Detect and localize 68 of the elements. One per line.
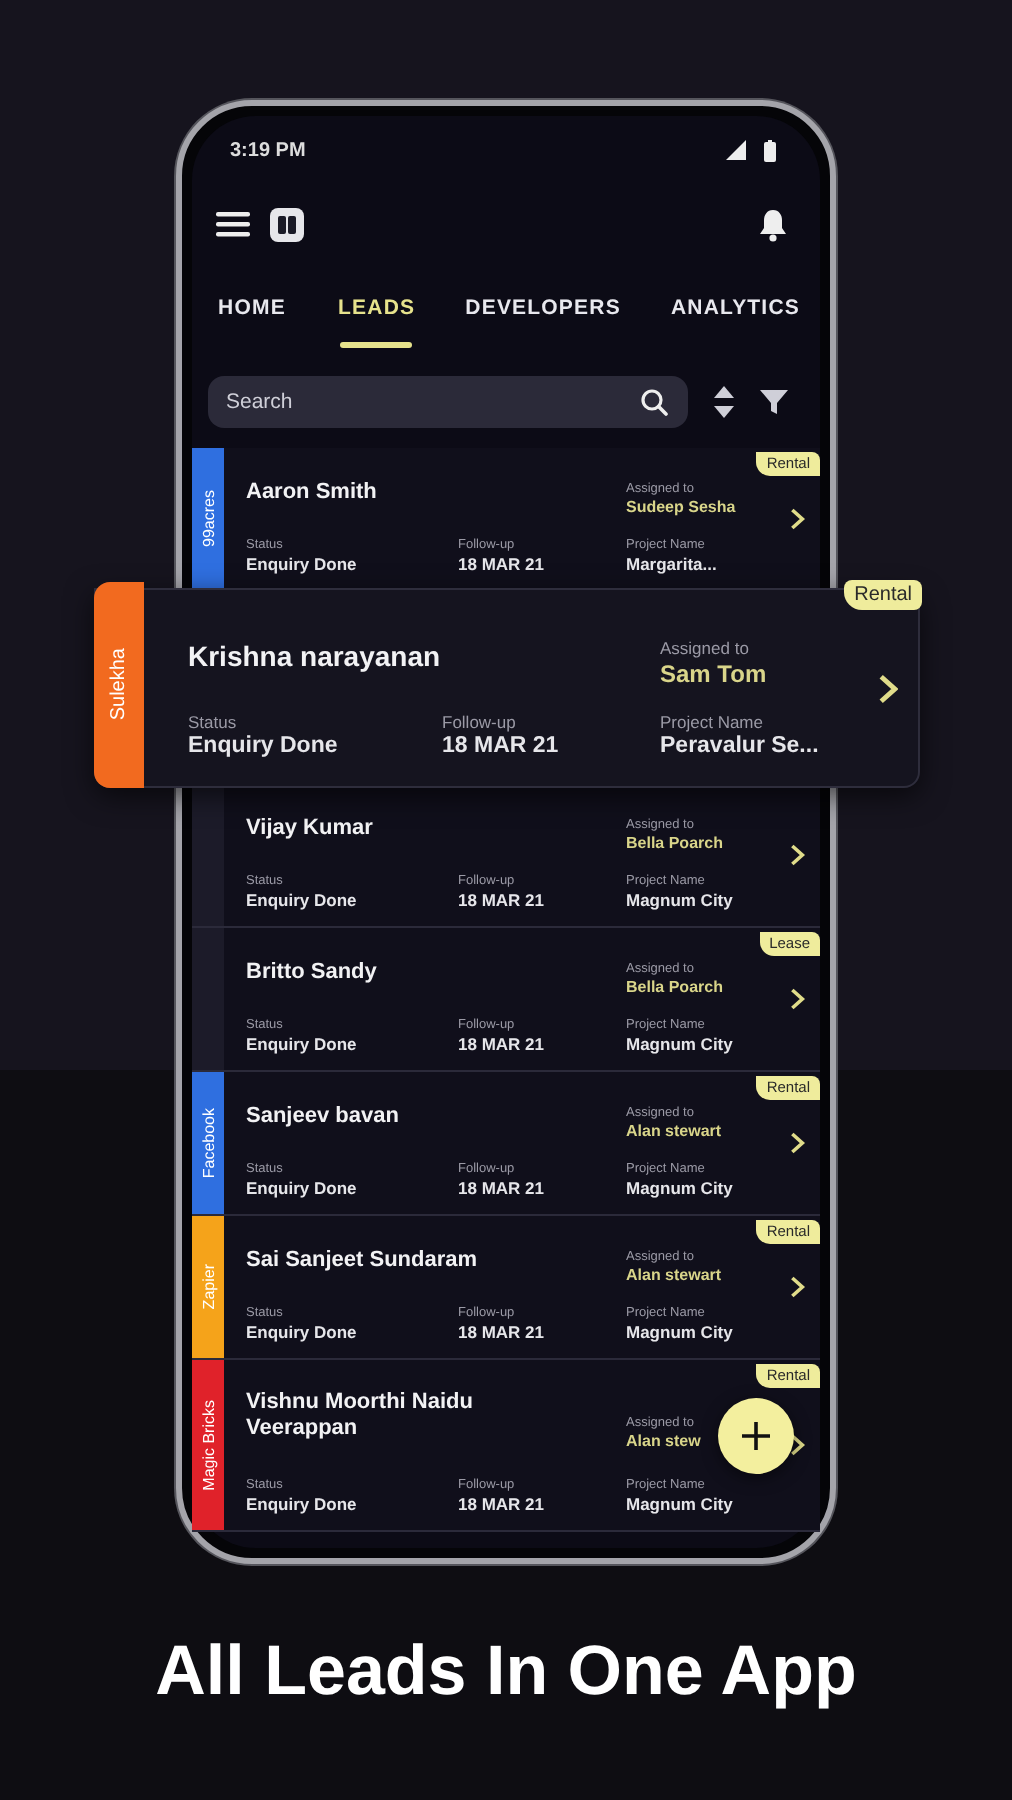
field-value: Magnum City — [626, 1322, 733, 1342]
chevron-right-icon — [790, 988, 806, 1010]
field-value: 18 MAR 21 — [458, 1494, 544, 1514]
search-icon — [640, 388, 668, 416]
field-value: 18 MAR 21 — [458, 1178, 544, 1198]
field-value: 18 MAR 21 — [458, 1322, 544, 1342]
field-value: Magnum City — [626, 1494, 733, 1514]
sort-icon — [714, 386, 734, 418]
field-value: Magnum City — [626, 1178, 733, 1198]
chevron-right-icon — [790, 1132, 806, 1154]
field-value: Margarita... — [626, 554, 717, 574]
source-label: 99acres — [199, 490, 217, 548]
lead-type-tag: Rental — [844, 580, 922, 610]
field-value: Peravalur Se... — [660, 734, 819, 758]
field-value: 18 MAR 21 — [458, 890, 544, 910]
menu-icon — [216, 210, 250, 238]
field-value: Magnum City — [626, 890, 733, 910]
nav-tab[interactable]: HOME — [216, 264, 288, 368]
chevron-right-icon — [790, 1434, 806, 1456]
assignee-name: Alan stewart — [626, 1265, 722, 1283]
filter-icon — [760, 388, 788, 416]
battery-icon — [764, 139, 776, 161]
lead-name: Sanjeev bavan — [246, 1103, 401, 1130]
source-label: Zapier — [199, 1264, 217, 1310]
nav-tab[interactable]: LEADS — [338, 264, 416, 368]
source-label: Magic Bricks — [199, 1399, 217, 1491]
field-value: 18 MAR 21 — [442, 734, 559, 758]
field-value: Enquiry Done — [246, 554, 357, 574]
field-value: Enquiry Done — [246, 1494, 357, 1514]
lead-name: Krishna narayanan — [188, 640, 443, 674]
assignee-name: Alan stew — [626, 1432, 701, 1451]
plus-icon — [742, 1422, 770, 1450]
chevron-right-icon — [878, 673, 898, 703]
assignee-name: Alan stewart — [626, 1121, 722, 1139]
notification-bell-icon — [758, 207, 788, 241]
field-label: Follow-up — [442, 712, 516, 732]
field-value: Enquiry Done — [246, 1034, 357, 1054]
field-value: Enquiry Done — [246, 1178, 357, 1198]
lead-name: Vijay Kumar — [246, 815, 375, 842]
nav-tab[interactable]: ANALYTICS — [670, 264, 800, 368]
field-label: Project Name — [660, 712, 763, 732]
app-logo-icon — [270, 207, 304, 241]
chevron-right-icon — [790, 1276, 806, 1298]
status-time: 3:19 PM — [230, 139, 306, 161]
nav-tab[interactable]: DEVELOPERS — [465, 264, 621, 368]
assignee-name: Bella Poarch — [626, 977, 723, 995]
field-value: Magnum City — [626, 1034, 733, 1054]
assignee-name: Sam Tom — [660, 660, 767, 688]
lead-name: Aaron Smith — [246, 479, 379, 506]
search-field[interactable]: Search — [208, 376, 688, 428]
lead-name: Vishnu Moorthi Naidu Veerappan — [246, 1389, 475, 1443]
field-label: Assigned to — [660, 638, 749, 658]
assignee-name: Bella Poarch — [626, 833, 723, 851]
promo-caption: All Leads In One App — [155, 1632, 857, 1712]
field-value: Enquiry Done — [188, 734, 338, 758]
signal-icon — [726, 140, 746, 160]
source-label: Facebook — [199, 1107, 217, 1179]
source-label: Sulekha — [108, 648, 130, 722]
field-label: Status — [188, 712, 237, 732]
field-value: 18 MAR 21 — [458, 554, 544, 574]
lead-name: Sai Sanjeet Sundaram — [246, 1247, 480, 1274]
lead-name: Britto Sandy — [246, 959, 379, 986]
assignee-name: Sudeep Sesha — [626, 497, 736, 515]
field-value: Enquiry Done — [246, 890, 357, 910]
chevron-right-icon — [790, 508, 806, 530]
field-value: Enquiry Done — [246, 1322, 357, 1342]
field-value: 18 MAR 21 — [458, 1034, 544, 1054]
chevron-right-icon — [790, 844, 806, 866]
